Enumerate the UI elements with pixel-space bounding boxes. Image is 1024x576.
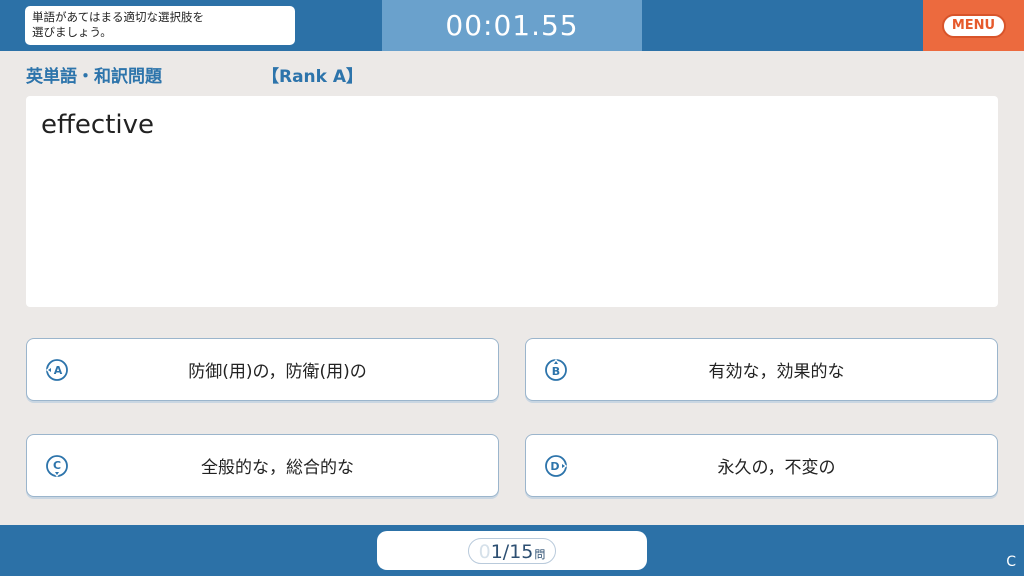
progress-panel: 0 1 / 15 問 — [377, 531, 647, 570]
progress-counter: 0 1 / 15 問 — [467, 537, 557, 564]
choice-a-label: 防御(用)の，防衛(用)の — [188, 362, 367, 382]
timer-panel: 00:01.55 — [382, 0, 642, 51]
choice-d-letter: D — [550, 460, 559, 473]
choice-b-button[interactable]: B 有効な，効果的な — [525, 338, 998, 401]
menu-area: MENU — [923, 0, 1024, 51]
header-bar: 単語があてはまる適切な選択肢を 選びましょう。 00:01.55 MENU — [0, 0, 1024, 51]
choice-a-button[interactable]: A 防御(用)の，防衛(用)の — [26, 338, 499, 401]
instruction-text: 単語があてはまる適切な選択肢を 選びましょう。 — [25, 6, 295, 45]
corner-glyph: C — [1006, 554, 1016, 570]
progress-current: 1 — [490, 540, 503, 563]
choice-c-letter: C — [53, 459, 61, 472]
choice-a-icon: A — [45, 359, 68, 381]
choice-c-label: 全般的な，総合的な — [201, 458, 354, 478]
question-word: effective — [41, 110, 155, 140]
timer-display: 00:01.55 — [445, 9, 579, 42]
category-label: 英単語・和訳問題 — [26, 67, 162, 87]
progress-ghost-digit: 0 — [478, 540, 491, 563]
choice-a-letter: A — [54, 364, 63, 377]
choice-b-icon: B — [545, 358, 567, 381]
choice-c-icon: C — [46, 455, 68, 478]
menu-button[interactable]: MENU — [941, 13, 1006, 38]
rank-label: 【Rank A】 — [262, 67, 364, 87]
choice-c-button[interactable]: C 全般的な，総合的な — [26, 434, 499, 497]
choice-d-label: 永久の，不変の — [717, 458, 836, 478]
choice-b-letter: B — [552, 365, 560, 378]
choice-b-label: 有効な，効果的な — [708, 362, 845, 382]
question-card: effective — [26, 96, 998, 307]
choice-d-icon: D — [545, 455, 568, 477]
choice-d-button[interactable]: D 永久の，不変の — [525, 434, 998, 497]
progress-unit: 問 — [534, 547, 546, 561]
footer-bar: 0 1 / 15 問 C — [0, 525, 1024, 576]
progress-total: 15 — [509, 540, 534, 563]
